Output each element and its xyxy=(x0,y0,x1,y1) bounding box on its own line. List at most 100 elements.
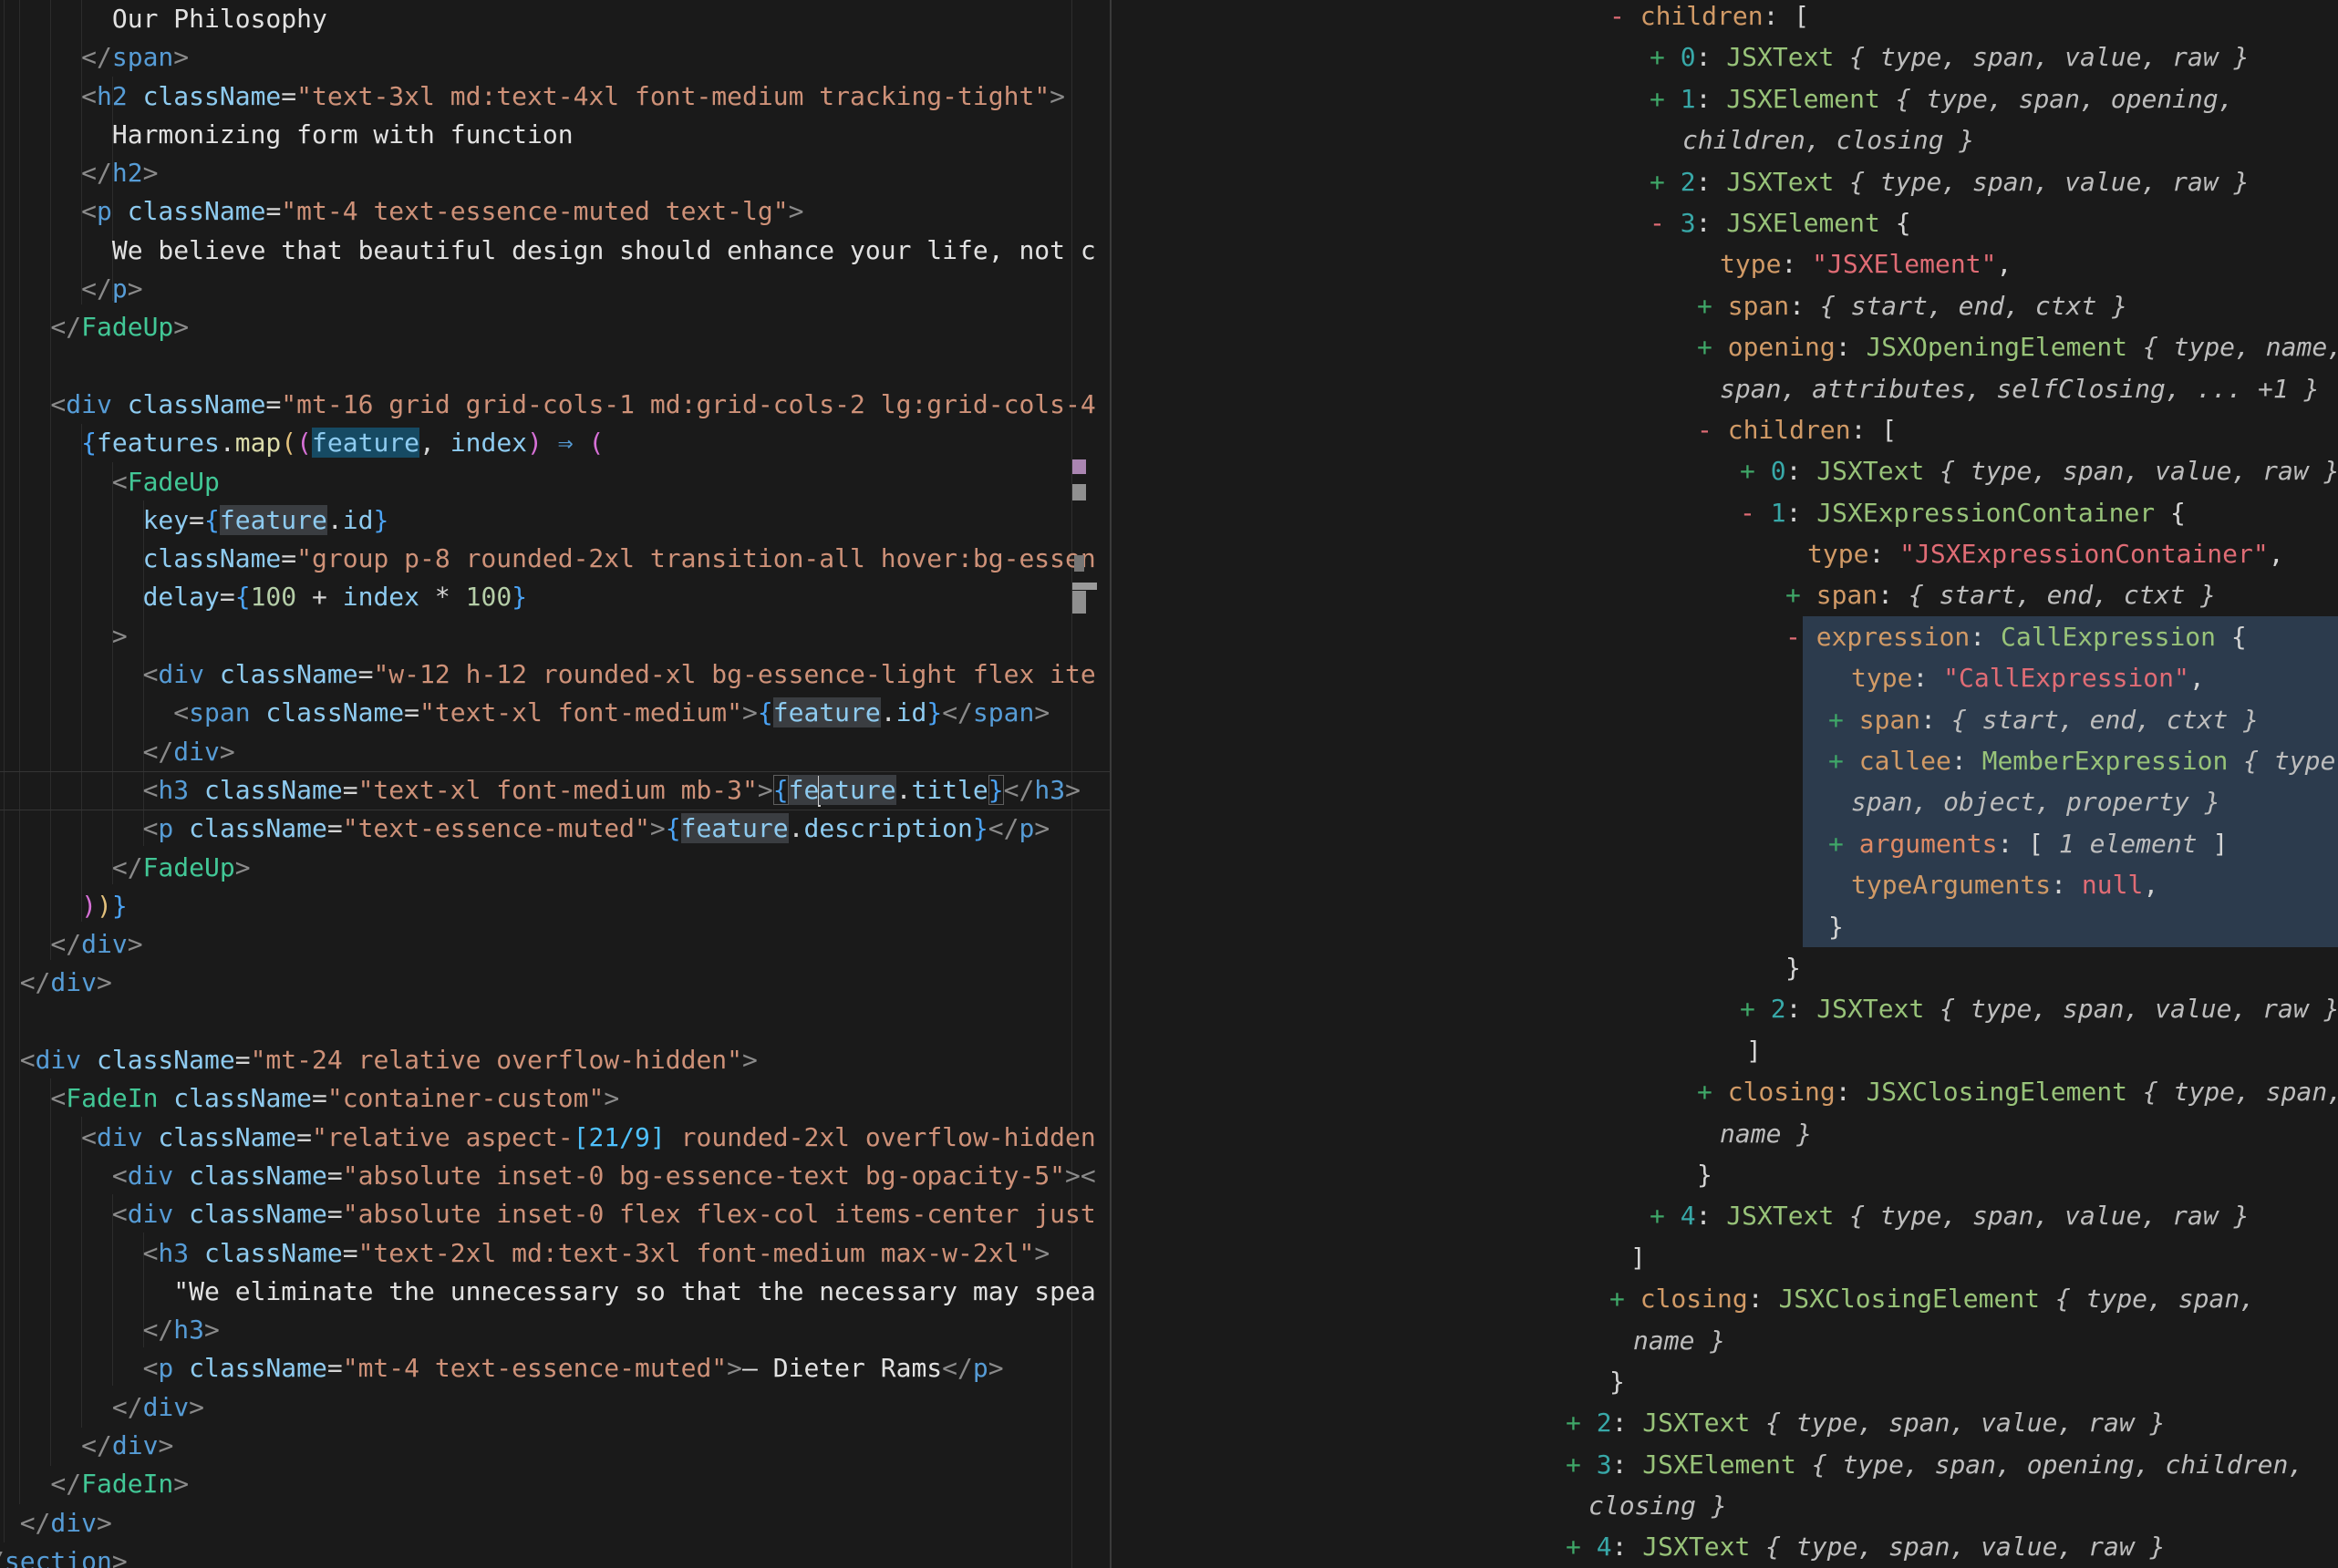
code-line[interactable]: <p className="mt-4 text-essence-muted">—… xyxy=(0,1349,1096,1387)
highlight-mark[interactable] xyxy=(1072,484,1086,500)
code-token: ( xyxy=(296,428,312,458)
code-token: : xyxy=(1786,456,1817,486)
ast-line[interactable]: - children: [ xyxy=(1112,0,2338,36)
code-line[interactable]: We believe that beautiful design should … xyxy=(0,232,1096,270)
code-line[interactable]: </div> xyxy=(0,733,1096,771)
code-token: className xyxy=(173,1161,327,1191)
ast-line[interactable]: + 1: JSXElement { type, span, opening, xyxy=(1112,78,2338,119)
code-line[interactable]: <h3 className="text-2xl md:text-3xl font… xyxy=(0,1234,1096,1273)
ast-line[interactable]: + closing: JSXClosingElement { type, spa… xyxy=(1112,1278,2338,1319)
ast-line[interactable]: + closing: JSXClosingElement { type, spa… xyxy=(1112,1071,2338,1112)
code-line[interactable]: <div className="absolute inset-0 flex fl… xyxy=(0,1195,1096,1233)
code-token: > xyxy=(112,1546,128,1568)
code-line[interactable]: "We eliminate the unnecessary so that th… xyxy=(0,1273,1096,1311)
ast-line[interactable]: + 2: JSXText { type, span, value, raw } xyxy=(1112,161,2338,202)
ast-line[interactable]: + opening: JSXOpeningElement { type, nam… xyxy=(1112,326,2338,367)
code-line[interactable]: </FadeUp> xyxy=(0,849,1096,887)
code-line[interactable]: </div> xyxy=(0,964,1096,1002)
ast-line[interactable]: ] xyxy=(1112,1237,2338,1278)
ast-line[interactable]: + span: { start, end, ctxt } xyxy=(1112,285,2338,326)
ast-line[interactable]: } xyxy=(1112,906,2338,947)
ast-line[interactable]: + 0: JSXText { type, span, value, raw } xyxy=(1112,450,2338,491)
code-line[interactable]: Harmonizing form with function xyxy=(0,116,1096,154)
highlight-mark[interactable] xyxy=(1074,555,1084,572)
code-token: className xyxy=(112,196,266,226)
pane-divider[interactable] xyxy=(1110,0,1112,1568)
code-editor-pane[interactable]: Our Philosophy</span><h2 className="text… xyxy=(0,0,1110,1568)
ast-line[interactable]: closing } xyxy=(1112,1485,2338,1526)
ast-line[interactable]: type: "CallExpression", xyxy=(1112,657,2338,698)
ast-line[interactable]: span, attributes, selfClosing, ... +1 } xyxy=(1112,368,2338,409)
code-line[interactable]: </p> xyxy=(0,270,1096,308)
code-line[interactable]: <div className="absolute inset-0 bg-esse… xyxy=(0,1157,1096,1195)
ast-line[interactable]: type: "JSXElement", xyxy=(1112,243,2338,284)
ast-line[interactable]: - children: [ xyxy=(1112,409,2338,450)
code-line[interactable]: <span className="text-xl font-medium">{f… xyxy=(0,694,1096,732)
code-line[interactable] xyxy=(0,347,1096,386)
code-line[interactable] xyxy=(0,1003,1096,1041)
code-token: > xyxy=(235,852,251,882)
ast-line[interactable]: + 2: JSXText { type, span, value, raw } xyxy=(1112,988,2338,1029)
code-line[interactable]: > xyxy=(0,617,1096,655)
ast-line[interactable]: - expression: CallExpression { xyxy=(1112,616,2338,657)
code-line[interactable]: </h3> xyxy=(0,1311,1096,1349)
ast-line[interactable]: + 4: JSXText { type, span, value, raw } xyxy=(1112,1195,2338,1236)
ast-line[interactable]: + 0: JSXText { type, span, value, raw } xyxy=(1112,36,2338,77)
ast-line[interactable]: type: "JSXExpressionContainer", xyxy=(1112,533,2338,574)
code-token: className xyxy=(173,1199,327,1229)
ast-line[interactable]: + callee: MemberExpression { type, xyxy=(1112,740,2338,781)
ast-line[interactable]: } xyxy=(1112,1361,2338,1402)
selection-mark[interactable] xyxy=(1072,459,1086,474)
code-line[interactable]: <div className="w-12 h-12 rounded-xl bg-… xyxy=(0,655,1096,694)
ast-line[interactable]: + 4: JSXText { type, span, value, raw } xyxy=(1112,1526,2338,1567)
ast-line[interactable]: ] xyxy=(1112,1030,2338,1071)
code-line[interactable]: </div> xyxy=(0,1504,1096,1542)
code-line[interactable]: /section> xyxy=(0,1542,1096,1568)
code-line[interactable]: delay={100 + index * 100} xyxy=(0,578,1096,616)
code-token: = xyxy=(327,1199,343,1229)
ast-line[interactable]: } xyxy=(1112,947,2338,988)
code-line[interactable]: className="group p-8 rounded-2xl transit… xyxy=(0,540,1096,578)
code-line[interactable]: </div> xyxy=(0,1388,1096,1427)
code-line[interactable]: <p className="text-essence-muted">{featu… xyxy=(0,810,1096,848)
code-token: > xyxy=(789,196,804,226)
code-line[interactable]: <div className="relative aspect-[21/9] r… xyxy=(0,1119,1096,1157)
ast-line[interactable]: + 3: JSXElement { type, span, opening, c… xyxy=(1112,1444,2338,1485)
code-line[interactable]: key={feature.id} xyxy=(0,501,1096,540)
ast-line[interactable]: } xyxy=(1112,1154,2338,1195)
code-line[interactable]: <h2 className="text-3xl md:text-4xl font… xyxy=(0,77,1096,116)
highlight-mark[interactable] xyxy=(1072,583,1097,590)
code-line[interactable]: ))} xyxy=(0,887,1096,925)
code-line[interactable]: <p className="mt-4 text-essence-muted te… xyxy=(0,192,1096,231)
code-token: 1 xyxy=(1681,84,1696,114)
code-line[interactable]: </span> xyxy=(0,38,1096,77)
code-token: "We eliminate the unnecessary so that th… xyxy=(173,1276,1095,1306)
ast-line[interactable]: typeArguments: null, xyxy=(1112,864,2338,905)
ast-line[interactable]: - 3: JSXElement { xyxy=(1112,202,2338,243)
ast-line[interactable]: name } xyxy=(1112,1113,2338,1154)
ast-line[interactable]: name } xyxy=(1112,1320,2338,1361)
code-line[interactable]: <FadeUp xyxy=(0,463,1096,501)
ast-line[interactable]: span, object, property } xyxy=(1112,781,2338,822)
code-line[interactable]: </div> xyxy=(0,925,1096,964)
code-line[interactable]: <h3 className="text-xl font-medium mb-3"… xyxy=(0,771,1096,810)
code-line[interactable]: </FadeUp> xyxy=(0,308,1096,346)
ast-line[interactable]: children, closing } xyxy=(1112,119,2338,160)
ast-line[interactable]: + 2: JSXText { type, span, value, raw } xyxy=(1112,1402,2338,1443)
cursor-mark[interactable] xyxy=(1072,591,1086,614)
ast-line[interactable]: - 1: JSXExpressionContainer { xyxy=(1112,492,2338,533)
ast-line[interactable]: + span: { start, end, ctxt } xyxy=(1112,574,2338,615)
code-token: { xyxy=(758,697,773,727)
code-line[interactable]: </FadeIn> xyxy=(0,1465,1096,1503)
code-line[interactable]: </h2> xyxy=(0,154,1096,192)
ast-explorer-pane[interactable]: - children: [+ 0: JSXText { type, span, … xyxy=(1112,0,2338,1568)
code-line[interactable]: Our Philosophy xyxy=(0,0,1096,38)
code-line[interactable]: <FadeIn className="container-custom"> xyxy=(0,1079,1096,1118)
code-line[interactable]: {features.map((feature, index) ⇒ ( xyxy=(0,424,1096,462)
code-line[interactable]: <div className="mt-16 grid grid-cols-1 m… xyxy=(0,386,1096,424)
ast-line[interactable]: + arguments: [ 1 element ] xyxy=(1112,823,2338,864)
code-token: null xyxy=(2082,870,2143,900)
ast-line[interactable]: + span: { start, end, ctxt } xyxy=(1112,699,2338,740)
code-line[interactable]: </div> xyxy=(0,1427,1096,1465)
code-line[interactable]: <div className="mt-24 relative overflow-… xyxy=(0,1041,1096,1079)
